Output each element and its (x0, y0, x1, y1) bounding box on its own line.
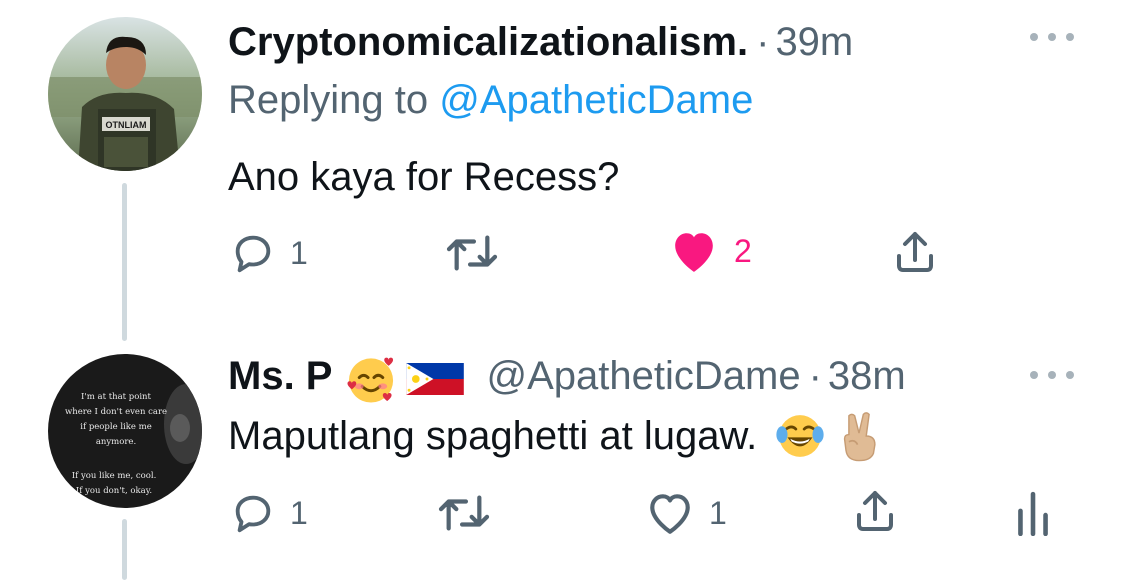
face-with-tears-of-joy-icon (776, 415, 824, 457)
like-button[interactable]: 2 (668, 228, 752, 274)
like-count: 1 (709, 494, 727, 531)
avatar[interactable]: I'm at that point where I don't even car… (48, 354, 202, 508)
share-icon (897, 232, 933, 272)
avatar[interactable]: OTNLIAM (48, 17, 202, 171)
tweet-header: Ms. P @ApatheticDame · 38m (228, 354, 906, 404)
like-count: 2 (734, 232, 752, 269)
replying-to-label: Replying to (228, 78, 429, 122)
reply-button[interactable]: 1 (230, 230, 308, 276)
retweet-button[interactable] (437, 490, 491, 536)
retweet-icon (446, 235, 498, 271)
reply-button[interactable]: 1 (230, 490, 308, 536)
avatar-quote-line: I'm at that point (81, 392, 151, 402)
display-name[interactable]: Ms. P (228, 354, 332, 399)
avatar-quote-line: anymore. (96, 437, 136, 447)
tweet-header: Cryptonomicalizationalism. · 39m (228, 20, 853, 65)
tweet-text-body: Ano kaya for Recess? (228, 155, 620, 199)
timestamp[interactable]: 39m (775, 20, 853, 65)
analytics-icon (1018, 491, 1048, 536)
display-name[interactable]: Cryptonomicalizationalism. (228, 20, 748, 65)
replying-to: Replying to @ApatheticDame (228, 78, 753, 123)
avatar-quote-line: if people like me (80, 422, 151, 432)
retweet-icon (438, 495, 490, 531)
replying-to-handle[interactable]: @ApatheticDame (439, 78, 753, 122)
reply-icon (235, 235, 271, 273)
avatar-quote-line: where I don't even care (65, 407, 167, 417)
victory-hand-icon (844, 412, 876, 462)
tweet-text: Ano kaya for Recess? (228, 155, 619, 200)
separator-dot: · (756, 20, 770, 64)
retweet-button[interactable] (445, 230, 499, 276)
more-options-icon[interactable] (1030, 365, 1074, 385)
more-options-icon[interactable] (1030, 27, 1074, 47)
avatar-quote-line: If you like me, cool. (72, 471, 157, 481)
heart-outline-icon (650, 494, 690, 534)
like-button[interactable]: 1 (645, 490, 727, 536)
tweet-ms-p[interactable]: I'm at that point where I don't even car… (0, 340, 1125, 580)
philippines-flag-icon (406, 363, 465, 395)
reply-count: 1 (290, 494, 308, 531)
share-button[interactable] (890, 228, 940, 276)
tweet-text-body: Maputlang spaghetti at lugaw. (228, 413, 758, 458)
reply-icon (235, 495, 271, 533)
avatar-quote-line: If you don't, okay. (76, 486, 152, 496)
analytics-button[interactable] (1016, 490, 1050, 536)
heart-filled-icon (675, 233, 713, 272)
reply-count: 1 (290, 234, 308, 271)
handle[interactable]: @ApatheticDame (486, 354, 800, 399)
tweet-text: Maputlang spaghetti at lugaw. (228, 410, 881, 462)
timestamp[interactable]: 38m (828, 354, 906, 399)
tweet-cryptonomicalizationalism[interactable]: OTNLIAM Cryptonomicalizationalism. · 39m… (0, 0, 1125, 300)
smiling-face-with-hearts-icon (347, 357, 394, 403)
share-icon (857, 491, 893, 531)
avatar-name-tag: OTNLIAM (106, 120, 147, 130)
separator-dot: · (808, 354, 822, 398)
share-button[interactable] (850, 487, 900, 535)
